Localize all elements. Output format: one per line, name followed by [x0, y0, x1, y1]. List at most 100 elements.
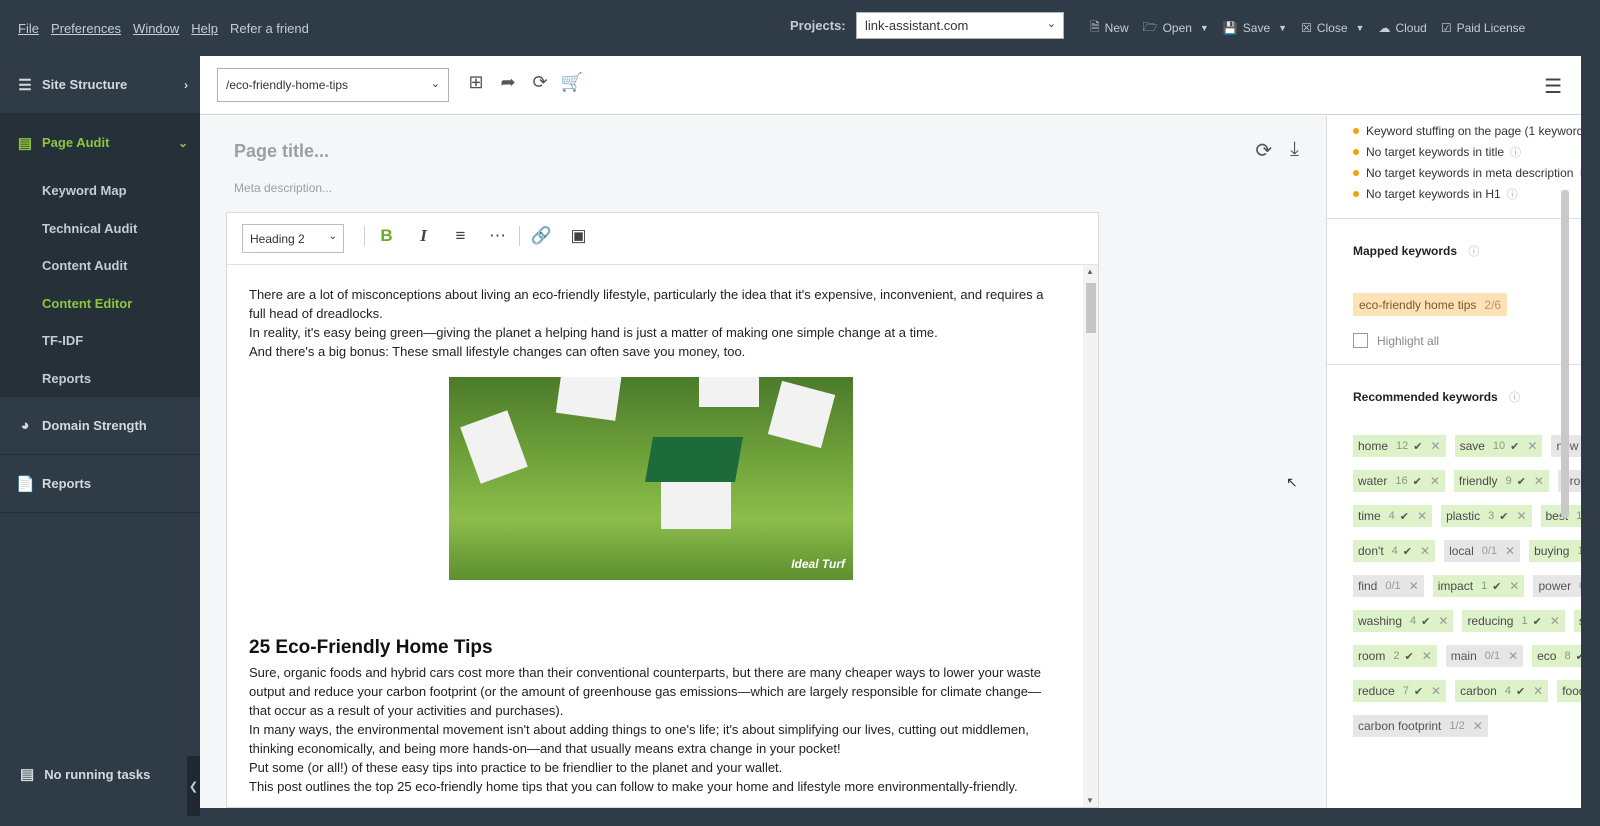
save-button[interactable]: 💾 Save ▼	[1223, 21, 1287, 35]
share-icon[interactable]: ➦	[492, 72, 524, 93]
scroll-thumb[interactable]	[1086, 283, 1096, 333]
menu-refer-friend[interactable]: Refer a friend	[230, 21, 309, 36]
close-icon[interactable]: ✕	[1473, 719, 1483, 733]
keyword-chip[interactable]: time 4 ✔ ✕	[1353, 505, 1433, 527]
sidebar-item-tf-idf[interactable]: TF-IDF	[0, 322, 200, 360]
close-button[interactable]: ☒ Close ▼	[1301, 21, 1364, 35]
project-select[interactable]: link-assistant.com ⌄	[856, 12, 1064, 39]
menu-file[interactable]: File	[18, 21, 39, 36]
open-button[interactable]: 🗁 Open ▼	[1143, 18, 1209, 39]
keyword-chip[interactable]: carbon footprint 1/2 ✕	[1353, 715, 1488, 737]
check-icon: ✔	[1532, 615, 1542, 628]
cart-refresh-icon[interactable]: 🛒	[556, 72, 588, 93]
rich-text-editor[interactable]: Heading 2 ⌄ B I ≡ ⋯ 🔗 ▣ There are a lot …	[226, 212, 1099, 808]
menu-icon[interactable]: ☰	[1544, 74, 1562, 99]
refresh-icon[interactable]: ⟳	[524, 72, 556, 93]
sidebar-collapse-button[interactable]: ❮	[187, 756, 200, 816]
close-icon[interactable]: ✕	[1420, 544, 1430, 558]
close-icon[interactable]: ✕	[1550, 614, 1560, 628]
sidebar-item-content-editor[interactable]: Content Editor	[0, 285, 200, 323]
scroll-down-icon[interactable]: ▼	[1086, 796, 1094, 805]
sidebar-item-content-audit[interactable]: Content Audit	[0, 247, 200, 285]
chevron-down-icon[interactable]: ▼	[1278, 23, 1287, 33]
close-icon[interactable]: ✕	[1431, 439, 1441, 453]
keyword-chip[interactable]: room 2 ✔ ✕	[1353, 645, 1437, 667]
bullet-list-icon[interactable]: ⋯	[479, 226, 516, 246]
keyword-chip[interactable]: power0/1✕	[1533, 575, 1581, 597]
close-icon[interactable]: ✕	[1422, 649, 1432, 663]
link-icon[interactable]: 🔗	[523, 226, 560, 246]
close-icon[interactable]: ✕	[1430, 474, 1440, 488]
keyword-chip[interactable]: washing 4 ✔ ✕	[1353, 610, 1454, 632]
nav-page-audit[interactable]: ▤ Page Audit ⌄	[0, 114, 200, 172]
article-image[interactable]: Ideal Turf	[449, 377, 853, 580]
close-icon[interactable]: ✕	[1534, 474, 1544, 488]
italic-icon[interactable]: I	[405, 226, 442, 246]
keyword-chip[interactable]: reducing 1 ✔ ✕	[1462, 610, 1565, 632]
menu-help[interactable]: Help	[191, 21, 218, 36]
add-page-icon[interactable]: ⊞	[460, 72, 492, 93]
right-panel-scrollbar[interactable]	[1560, 116, 1570, 788]
info-icon[interactable]: ⓘ	[1507, 186, 1518, 202]
close-icon[interactable]: ✕	[1409, 579, 1419, 593]
sidebar-item-technical-audit[interactable]: Technical Audit	[0, 210, 200, 248]
editor-scrollbar[interactable]: ▲ ▼	[1083, 265, 1098, 807]
close-icon[interactable]: ✕	[1431, 684, 1441, 698]
close-icon[interactable]: ✕	[1505, 544, 1515, 558]
sidebar-item-keyword-map[interactable]: Keyword Map	[0, 172, 200, 210]
download-icon[interactable]: ⤓	[1290, 138, 1299, 163]
scroll-up-icon[interactable]: ▲	[1086, 267, 1094, 276]
keyword-chip[interactable]: don't 4 ✔ ✕	[1353, 540, 1436, 562]
running-tasks[interactable]: ▤ No running tasks	[20, 765, 150, 783]
close-icon[interactable]: ✕	[1508, 649, 1518, 663]
block-style-select[interactable]: Heading 2 ⌄	[242, 224, 344, 253]
sidebar-item-reports[interactable]: Reports	[0, 360, 200, 398]
close-icon[interactable]: ✕	[1509, 579, 1519, 593]
highlight-all-checkbox[interactable]: Highlight all	[1353, 333, 1581, 348]
keyword-chip[interactable]: carbon 4 ✔ ✕	[1455, 680, 1549, 702]
nav-reports[interactable]: 📄 Reports	[0, 455, 200, 513]
keyword-chip[interactable]: water 16 ✔ ✕	[1353, 470, 1445, 492]
keyword-chip[interactable]: reduce 7 ✔ ✕	[1353, 680, 1447, 702]
chevron-down-icon[interactable]: ▼	[1356, 23, 1365, 33]
mapped-keyword-tag[interactable]: eco-friendly home tips 2/6	[1353, 293, 1508, 316]
image-icon[interactable]: ▣	[560, 226, 597, 246]
chevron-down-icon[interactable]: ▼	[1200, 23, 1209, 33]
keyword-chip[interactable]: buying1✔✕	[1529, 540, 1581, 562]
keyword-chip[interactable]: save 10 ✔ ✕	[1454, 435, 1543, 457]
meta-description-input[interactable]: Meta description...	[234, 181, 332, 195]
close-icon[interactable]: ✕	[1438, 614, 1448, 628]
keyword-chip[interactable]: home 12 ✔ ✕	[1353, 435, 1446, 457]
keyword-chip[interactable]: support1✔✕	[1573, 610, 1581, 632]
info-icon[interactable]: ⓘ	[1509, 392, 1520, 404]
keyword-chip[interactable]: find 0/1 ✕	[1353, 575, 1424, 597]
info-icon[interactable]: ⓘ	[1510, 144, 1521, 160]
keyword-chip[interactable]: local 0/1 ✕	[1444, 540, 1521, 562]
menu-window[interactable]: Window	[133, 21, 179, 36]
nav-domain-strength[interactable]: ◕ Domain Strength	[0, 397, 200, 455]
keyword-chip[interactable]: plastic 3 ✔ ✕	[1441, 505, 1532, 527]
keyword-chip[interactable]: eco8✔✕	[1532, 645, 1581, 667]
bold-icon[interactable]: B	[368, 226, 405, 246]
ordered-list-icon[interactable]: ≡	[442, 226, 479, 246]
nav-site-structure[interactable]: ☰ Site Structure ›	[0, 56, 200, 114]
close-icon[interactable]: ✕	[1417, 509, 1427, 523]
keyword-chip[interactable]: friendly 9 ✔ ✕	[1453, 470, 1549, 492]
editor-content[interactable]: There are a lot of misconceptions about …	[249, 285, 1059, 796]
close-icon[interactable]: ✕	[1527, 439, 1537, 453]
keyword-chip[interactable]: impact 1 ✔ ✕	[1432, 575, 1525, 597]
cloud-button[interactable]: ☁ Cloud	[1378, 21, 1426, 35]
page-url-select[interactable]: /eco-friendly-home-tips ⌄	[217, 68, 449, 102]
menu-preferences[interactable]: Preferences	[51, 21, 121, 36]
new-button[interactable]: 🗎 New	[1090, 18, 1129, 39]
close-icon[interactable]: ✕	[1533, 684, 1543, 698]
license-button[interactable]: ☑ Paid License	[1441, 21, 1525, 35]
page-title-input[interactable]: Page title...	[234, 141, 329, 162]
checkbox[interactable]	[1353, 333, 1368, 348]
close-icon[interactable]: ✕	[1516, 509, 1526, 523]
info-icon[interactable]: ⓘ	[1468, 246, 1479, 258]
keyword-chip[interactable]: main 0/1 ✕	[1445, 645, 1524, 667]
refresh-icon[interactable]: ⟳	[1255, 138, 1272, 163]
scroll-thumb[interactable]	[1561, 190, 1569, 518]
keyword-chip-label: water	[1358, 474, 1388, 488]
